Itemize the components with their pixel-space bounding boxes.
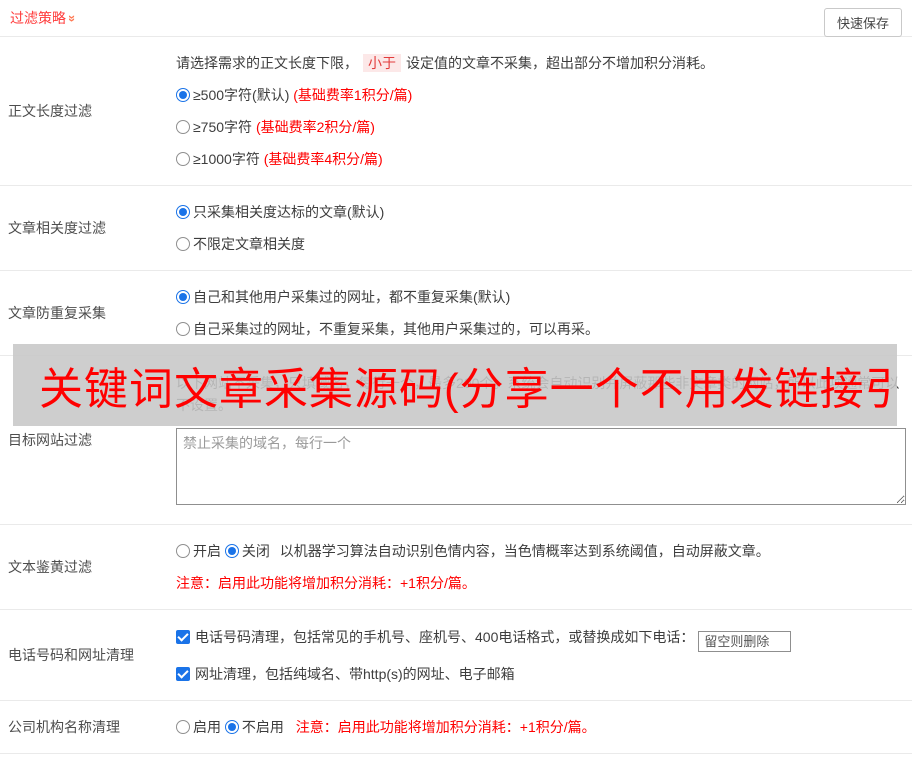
length-option-500[interactable]: ≥500字符(默认) (基础费率1积分/篇) [176, 85, 904, 105]
row-company-clean: 公司机构名称清理 启用 不启用 注意：启用此功能将增加积分消耗：+1积分/篇。 [0, 701, 912, 754]
phone-clean-option[interactable]: 电话号码清理，包括常见的手机号、座机号、400电话格式，或替换成如下电话： [176, 626, 904, 652]
company-enable-option[interactable]: 启用 [176, 719, 221, 735]
top-bar: 过滤策略 » 快速保存 [0, 0, 912, 37]
radio-icon[interactable] [176, 237, 190, 251]
row-label: 文章相关度过滤 [0, 186, 176, 270]
option-label: ≥500字符(默认) [193, 87, 289, 103]
length-option-750[interactable]: ≥750字符 (基础费率2积分/篇) [176, 117, 904, 137]
row-relevance-filter: 文章相关度过滤 只采集相关度达标的文章(默认) 不限定文章相关度 [0, 186, 912, 271]
row-keyword-dedup: 关键词防重复采集 私有词库中每个关键词最多允许采集篇文章。 如果留空或设为0，则… [0, 754, 912, 768]
porn-off-option[interactable]: 关闭 [225, 543, 270, 559]
option-label: 关闭 [242, 543, 270, 559]
option-fee-note: (基础费率2积分/篇) [256, 119, 375, 135]
length-option-1000[interactable]: ≥1000字符 (基础费率4积分/篇) [176, 149, 904, 169]
dedup-option-self-only[interactable]: 自己采集过的网址，不重复采集，其他用户采集过的，可以再采。 [176, 319, 904, 339]
row-content: 请选择需求的正文长度下限， 小于设定值的文章不采集，超出部分不增加积分消耗。 ≥5… [176, 37, 912, 185]
porn-filter-cost-note: 注意：启用此功能将增加积分消耗：+1积分/篇。 [176, 573, 904, 593]
option-label: 不限定文章相关度 [193, 236, 305, 252]
row-length-filter: 正文长度过滤 请选择需求的正文长度下限， 小于设定值的文章不采集，超出部分不增加积… [0, 37, 912, 186]
page-title[interactable]: 过滤策略 [10, 8, 66, 28]
radio-icon[interactable] [225, 544, 239, 558]
row-content: 开启 关闭 以机器学习算法自动识别色情内容，当色情概率达到系统阈值，自动屏蔽文章… [176, 525, 912, 609]
row-content: 私有词库中每个关键词最多允许采集篇文章。 如果留空或设为0，则不限篇数。 如果设… [176, 754, 912, 768]
radio-icon[interactable] [176, 720, 190, 734]
intro-text: 设定值的文章不采集，超出部分不增加积分消耗。 [406, 55, 714, 71]
checkbox-icon[interactable] [176, 630, 190, 644]
radio-icon[interactable] [225, 720, 239, 734]
option-label: ≥1000字符 [193, 151, 260, 167]
row-label: 正文长度过滤 [0, 37, 176, 185]
company-clean-options: 启用 不启用 注意：启用此功能将增加积分消耗：+1积分/篇。 [176, 717, 904, 737]
row-label: 文本鉴黄过滤 [0, 525, 176, 609]
double-chevron-down-icon[interactable]: » [65, 14, 80, 21]
less-than-highlight: 小于 [363, 54, 401, 72]
option-label: 只采集相关度达标的文章(默认) [193, 204, 384, 220]
radio-icon[interactable] [176, 152, 190, 166]
porn-filter-options: 开启 关闭 以机器学习算法自动识别色情内容，当色情概率达到系统阈值，自动屏蔽文章… [176, 541, 904, 561]
porn-filter-description: 以机器学习算法自动识别色情内容，当色情概率达到系统阈值，自动屏蔽文章。 [280, 543, 770, 559]
option-label: 启用 [193, 719, 221, 735]
radio-icon[interactable] [176, 205, 190, 219]
radio-icon[interactable] [176, 120, 190, 134]
company-disable-option[interactable]: 不启用 [225, 719, 284, 735]
watermark-text: 关键词文章采集源码(分享一个不用发链接引 [13, 353, 897, 417]
radio-icon[interactable] [176, 544, 190, 558]
relevance-option-strict[interactable]: 只采集相关度达标的文章(默认) [176, 202, 904, 222]
row-content: 电话号码清理，包括常见的手机号、座机号、400电话格式，或替换成如下电话： 网址… [176, 610, 912, 700]
row-content: 自己和其他用户采集过的网址，都不重复采集(默认) 自己采集过的网址，不重复采集，… [176, 271, 912, 355]
option-fee-note: (基础费率4积分/篇) [264, 151, 383, 167]
row-content: 只采集相关度达标的文章(默认) 不限定文章相关度 [176, 186, 912, 270]
relevance-option-any[interactable]: 不限定文章相关度 [176, 234, 904, 254]
option-label: 自己采集过的网址，不重复采集，其他用户采集过的，可以再采。 [193, 321, 599, 337]
option-fee-note: (基础费率1积分/篇) [293, 87, 412, 103]
row-label: 公司机构名称清理 [0, 701, 176, 753]
watermark-overlay: 关键词文章采集源码(分享一个不用发链接引 [13, 344, 897, 426]
length-intro: 请选择需求的正文长度下限， 小于设定值的文章不采集，超出部分不增加积分消耗。 [176, 53, 904, 73]
row-label: 电话号码和网址清理 [0, 610, 176, 700]
radio-icon[interactable] [176, 322, 190, 336]
option-label: 自己和其他用户采集过的网址，都不重复采集(默认) [193, 289, 510, 305]
url-clean-option[interactable]: 网址清理，包括纯域名、带http(s)的网址、电子邮箱 [176, 664, 904, 684]
radio-icon[interactable] [176, 290, 190, 304]
radio-icon[interactable] [176, 88, 190, 102]
row-label: 关键词防重复采集 [0, 754, 176, 768]
option-label: ≥750字符 [193, 119, 252, 135]
replacement-phone-input[interactable] [698, 631, 791, 652]
option-label: 不启用 [242, 719, 284, 735]
row-phone-url-clean: 电话号码和网址清理 电话号码清理，包括常见的手机号、座机号、400电话格式，或替… [0, 610, 912, 701]
intro-text: 请选择需求的正文长度下限， [176, 55, 358, 71]
option-label: 电话号码清理，包括常见的手机号、座机号、400电话格式，或替换成如下电话： [195, 629, 694, 645]
porn-on-option[interactable]: 开启 [176, 543, 221, 559]
filter-settings-page: 过滤策略 » 快速保存 正文长度过滤 请选择需求的正文长度下限， 小于设定值的文章… [0, 0, 912, 768]
blocked-domains-textarea[interactable] [176, 428, 906, 505]
row-content: 启用 不启用 注意：启用此功能将增加积分消耗：+1积分/篇。 [176, 701, 912, 753]
checkbox-icon[interactable] [176, 667, 190, 681]
row-porn-filter: 文本鉴黄过滤 开启 关闭 以机器学习算法自动识别色情内容，当色情概率达到系统阈值… [0, 525, 912, 610]
company-clean-cost-note: 注意：启用此功能将增加积分消耗：+1积分/篇。 [296, 719, 596, 735]
quick-save-button[interactable]: 快速保存 [824, 8, 902, 37]
option-label: 开启 [193, 543, 221, 559]
row-label: 文章防重复采集 [0, 271, 176, 355]
option-label: 网址清理，包括纯域名、带http(s)的网址、电子邮箱 [195, 666, 515, 682]
dedup-option-all-users[interactable]: 自己和其他用户采集过的网址，都不重复采集(默认) [176, 287, 904, 307]
